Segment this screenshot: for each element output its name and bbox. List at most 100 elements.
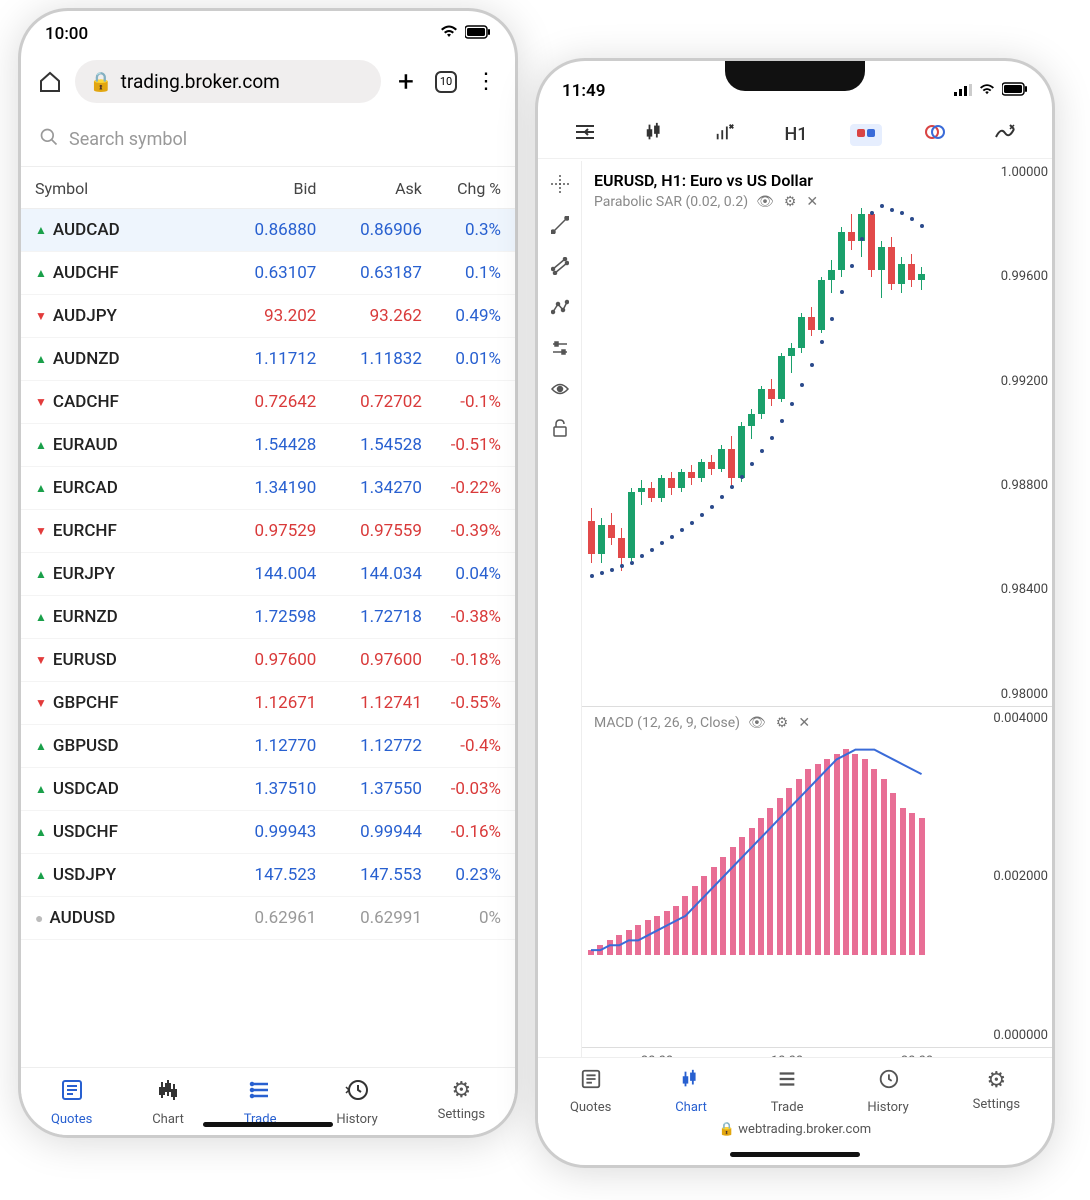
tab-quotes[interactable]: Quotes <box>51 1078 92 1127</box>
history-icon <box>877 1068 899 1096</box>
settings-icon: ⚙ <box>986 1068 1006 1093</box>
search-row[interactable]: Search symbol <box>21 113 515 167</box>
tab-trade[interactable]: Trade <box>244 1078 277 1127</box>
quote-row[interactable]: ▼EURCHF0.975290.97559-0.39% <box>21 510 515 553</box>
trade-icon <box>776 1068 798 1096</box>
cellular-icon <box>954 81 972 101</box>
chart-icon <box>680 1068 702 1096</box>
quote-row[interactable]: ▲EURNZD1.725981.72718-0.38% <box>21 596 515 639</box>
chg-value: 0.23% <box>422 865 501 885</box>
bid-value: 0.63107 <box>211 263 317 283</box>
ask-value: 1.34270 <box>316 478 422 498</box>
ask-value: 1.12772 <box>316 736 422 756</box>
ask-value: 144.034 <box>316 564 422 584</box>
tab-settings[interactable]: ⚙ Settings <box>973 1068 1020 1115</box>
tab-quotes[interactable]: Quotes <box>570 1068 611 1115</box>
quote-row[interactable]: ▼GBPCHF1.126711.12741-0.55% <box>21 682 515 725</box>
eye-off-icon[interactable]: 👁 <box>748 715 766 731</box>
quote-row[interactable]: ▲USDCAD1.375101.37550-0.03% <box>21 768 515 811</box>
unlock-icon[interactable] <box>552 419 568 442</box>
ask-value: 0.86906 <box>316 220 422 240</box>
quote-row[interactable]: ▼AUDJPY93.20293.2620.49% <box>21 295 515 338</box>
indicator-add-icon[interactable] <box>708 117 742 152</box>
quote-row[interactable]: ▲EURAUD1.544281.54528-0.51% <box>21 424 515 467</box>
quote-row[interactable]: ▲AUDCAD0.868800.869060.3% <box>21 209 515 252</box>
quote-row[interactable]: ▲USDCHF0.999430.99944-0.16% <box>21 811 515 854</box>
bid-value: 0.62961 <box>211 908 317 928</box>
arrow-up-icon: ▲ <box>35 868 47 882</box>
status-bar: 10:00 <box>21 11 515 50</box>
col-chg[interactable]: Chg % <box>422 179 501 198</box>
symbol-name: AUDNZD <box>53 349 120 369</box>
menu-toggle-icon[interactable] <box>568 119 602 150</box>
sliders-icon[interactable] <box>551 339 569 362</box>
ask-value: 1.37550 <box>316 779 422 799</box>
arrow-up-icon: ▲ <box>35 266 47 280</box>
home-icon[interactable] <box>35 67 65 97</box>
quote-row[interactable]: ▲GBPUSD1.127701.12772-0.4% <box>21 725 515 768</box>
tab-settings-label: Settings <box>973 1097 1020 1112</box>
tab-chart[interactable]: Chart <box>152 1078 184 1127</box>
tab-chart[interactable]: Chart <box>675 1068 707 1115</box>
quote-row[interactable]: ▲EURJPY144.004144.0340.04% <box>21 553 515 596</box>
symbol-name: EURCHF <box>53 521 117 541</box>
price-chart-panel[interactable]: EURUSD, H1: Euro vs US Dollar Parabolic … <box>582 161 1052 707</box>
chg-value: -0.03% <box>422 779 501 799</box>
symbol-name: USDCAD <box>53 779 119 799</box>
symbol-name: GBPUSD <box>53 736 119 756</box>
tab-settings[interactable]: ⚙ Settings <box>438 1078 485 1127</box>
timeframe-button[interactable]: H1 <box>778 120 813 149</box>
chg-value: -0.1% <box>422 392 501 412</box>
arrow-down-icon: ▼ <box>35 653 47 667</box>
close-icon[interactable]: ✕ <box>798 715 810 731</box>
crosshair-icon[interactable] <box>551 175 569 198</box>
chart-area: EURUSD, H1: Euro vs US Dollar Parabolic … <box>538 161 1052 1075</box>
tab-history[interactable]: History <box>867 1068 908 1115</box>
quotes-icon <box>60 1078 84 1108</box>
chg-value: 0% <box>422 908 501 928</box>
symbol-name: CADCHF <box>53 392 119 412</box>
channel-icon[interactable] <box>551 257 569 280</box>
bid-value: 1.11712 <box>211 349 317 369</box>
quotes-icon <box>580 1068 602 1096</box>
chg-value: -0.51% <box>422 435 501 455</box>
col-bid[interactable]: Bid <box>211 179 317 198</box>
ask-value: 0.62991 <box>316 908 422 928</box>
bid-value: 147.523 <box>211 865 317 885</box>
tabs-icon[interactable]: 10 <box>431 67 461 97</box>
col-symbol[interactable]: Symbol <box>35 179 211 198</box>
quotes-header: Symbol Bid Ask Chg % <box>21 167 515 209</box>
draw-icon[interactable] <box>988 119 1022 150</box>
chg-value: -0.38% <box>422 607 501 627</box>
new-tab-icon[interactable]: + <box>391 67 421 97</box>
tab-history[interactable]: History <box>336 1078 377 1127</box>
arrow-up-icon: ▲ <box>35 739 47 753</box>
macd-panel[interactable]: MACD (12, 26, 9, Close) 👁 ⚙ ✕ 0.0040000.… <box>582 707 1052 1048</box>
eye-icon[interactable] <box>551 380 569 401</box>
quote-row[interactable]: ●AUDUSD0.629610.629910% <box>21 897 515 940</box>
link-icon[interactable] <box>850 124 882 146</box>
quote-row[interactable]: ▲EURCAD1.341901.34270-0.22% <box>21 467 515 510</box>
quote-row[interactable]: ▲AUDNZD1.117121.118320.01% <box>21 338 515 381</box>
polyline-icon[interactable] <box>551 298 569 321</box>
circles-icon[interactable] <box>918 119 952 150</box>
tab-trade[interactable]: Trade <box>771 1068 804 1115</box>
trendline-icon[interactable] <box>551 216 569 239</box>
chart-type-icon[interactable] <box>638 117 672 152</box>
bid-value: 0.97529 <box>211 521 317 541</box>
url-bar[interactable]: 🔒 trading.broker.com <box>75 60 381 103</box>
quotes-list[interactable]: ▲AUDCAD0.868800.869060.3%▲AUDCHF0.631070… <box>21 209 515 940</box>
quote-row[interactable]: ▲AUDCHF0.631070.631870.1% <box>21 252 515 295</box>
arrow-up-icon: ▲ <box>35 223 47 237</box>
ask-value: 1.12741 <box>316 693 422 713</box>
quote-row[interactable]: ▼CADCHF0.726420.72702-0.1% <box>21 381 515 424</box>
gear-icon[interactable]: ⚙ <box>776 715 789 731</box>
col-ask[interactable]: Ask <box>316 179 422 198</box>
menu-icon[interactable]: ⋮ <box>471 67 501 97</box>
bid-value: 0.86880 <box>211 220 317 240</box>
y-axis-main: 1.000000.996000.992000.988000.984000.980… <box>978 161 1048 706</box>
quote-row[interactable]: ▲USDJPY147.523147.5530.23% <box>21 854 515 897</box>
chg-value: 0.49% <box>422 306 501 326</box>
quote-row[interactable]: ▼EURUSD0.976000.97600-0.18% <box>21 639 515 682</box>
candlestick-area[interactable] <box>588 191 978 571</box>
